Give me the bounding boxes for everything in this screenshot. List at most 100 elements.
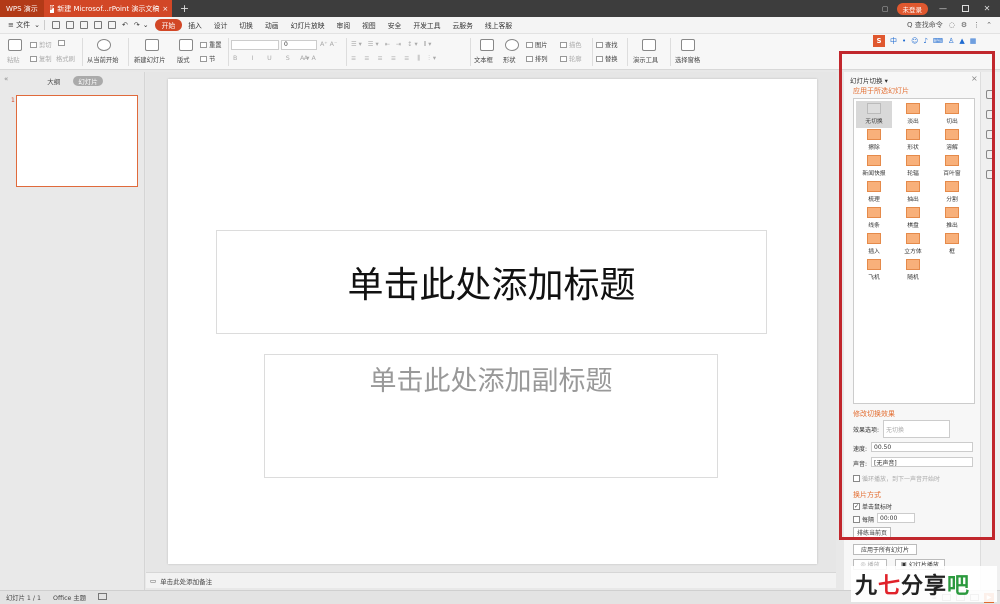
arrange-button[interactable]: 排列 [526,54,548,63]
close-icon[interactable]: × [971,74,978,83]
layout-icon[interactable] [179,39,193,51]
shape-pane-icon[interactable] [986,130,995,139]
transition-none[interactable]: 无切换 [856,101,892,128]
file-menu[interactable]: ≡ 文件 [4,20,34,30]
every-time-stepper[interactable]: 00:00 [877,513,915,523]
transition-comb[interactable]: 梳理 [856,179,892,206]
backup-status-icon[interactable] [98,593,108,600]
chevron-down-icon[interactable]: ⌄ [34,21,40,29]
loop-row[interactable]: 循环播放，到下一声音开始时 [853,474,940,483]
apply-all-button[interactable]: 应用于所有幻灯片 [853,544,917,555]
toolbox-icon[interactable]: ▦ [970,37,977,45]
transition-wipe[interactable]: 擦除 [856,127,892,154]
punctuation-icon[interactable]: • [902,37,906,45]
transition-newsflash[interactable]: 新闻快报 [856,153,892,180]
on-click-checkbox[interactable]: ✓ [853,503,860,510]
section-button[interactable]: 节 [200,54,215,63]
outline-button[interactable]: 轮廓 [560,54,582,63]
transition-random[interactable]: 随机 [895,257,931,284]
mic-icon[interactable]: ♪ [923,37,927,45]
share-icon[interactable] [986,110,995,119]
slide-thumbnail[interactable] [16,95,138,187]
history-icon[interactable] [986,170,995,179]
effect-options-select[interactable]: 无切换 [883,420,950,438]
document-tab[interactable]: P 新建 Microsof...rPoint 演示文稿 × [43,0,172,17]
tab-slides[interactable]: 幻灯片 [73,76,103,86]
transition-cut[interactable]: 切出 [934,101,970,128]
language-icon[interactable]: 中 [890,36,897,46]
selection-pane-button[interactable]: 选择窗格 [675,55,700,64]
transition-wheel[interactable]: 轮辐 [895,153,931,180]
task-pane-header[interactable]: 幻灯片切换 ▾ [850,75,888,85]
transition-shape[interactable]: 形状 [895,127,931,154]
tab-online-service[interactable]: 线上客服 [479,20,518,30]
text-box-icon[interactable] [480,39,494,51]
new-tab-button[interactable]: + [172,2,197,15]
every-row[interactable]: 每隔 [853,515,874,524]
transition-box[interactable]: 框 [934,231,970,258]
subtitle-placeholder[interactable]: 单击此处添加副标题 [264,354,718,478]
text-box-button[interactable]: 文本框 [474,55,493,64]
tab-transitions[interactable]: 切换 [233,20,259,30]
sound-select[interactable]: [无声音] [871,457,973,467]
transition-lines[interactable]: 线条 [856,205,892,232]
transition-airplane[interactable]: 飞机 [856,257,892,284]
shape-icon[interactable] [505,39,519,51]
presentation-tools-icon[interactable] [642,39,656,51]
font-color-icon[interactable]: A ▾ A [300,55,316,62]
redo-icon[interactable]: ↷ [134,21,140,29]
transition-cube[interactable]: 立方体 [895,231,931,258]
title-placeholder[interactable]: 单击此处添加标题 [216,230,767,334]
transition-checkerboard[interactable]: 棋盘 [895,205,931,232]
transition-insert[interactable]: 插入 [856,231,892,258]
transition-pull[interactable]: 抽出 [895,179,931,206]
user-icon[interactable]: ♙ [948,37,954,45]
every-checkbox[interactable] [853,516,860,523]
help-icon[interactable]: ◌ [949,21,955,29]
transition-pane-icon[interactable] [986,90,995,99]
close-button[interactable]: ✕ [980,3,994,15]
paste-button[interactable]: 粘贴 [7,55,20,64]
paragraph-align-icons[interactable]: ≡ ≡ ≡ ≡ ≡ ⫼ ⫶▾ [351,55,439,63]
collapse-ribbon-icon[interactable]: ⌃ [986,21,992,29]
tab-developer[interactable]: 开发工具 [407,20,446,30]
replace-button[interactable]: 替换 [596,54,618,63]
chevron-down-icon[interactable]: ⌄ [143,21,149,29]
maximize-button[interactable] [958,3,972,15]
layout-button[interactable]: 版式 [177,55,190,64]
keyboard-icon[interactable]: ⌨ [933,37,943,45]
new-slide-icon[interactable] [145,39,159,51]
tab-review[interactable]: 审阅 [331,20,357,30]
print-icon[interactable] [93,21,102,29]
tab-insert[interactable]: 插入 [182,20,208,30]
tab-close-icon[interactable]: × [162,5,168,13]
print-preview-icon[interactable] [107,21,116,29]
more-icon[interactable]: ⋮ [973,21,980,29]
picture-button[interactable]: 图片 [526,40,548,49]
on-click-row[interactable]: ✓ 单击鼠标时 [853,502,892,511]
sogou-icon[interactable]: S [873,35,885,47]
selection-pane-icon[interactable] [681,39,695,51]
transition-dissolve[interactable]: 溶解 [934,127,970,154]
shape-button[interactable]: 形状 [503,55,516,64]
copy-button[interactable]: 复制 [30,54,52,63]
cut-button[interactable]: 剪切 [30,40,52,49]
new-slide-button[interactable]: 新建幻灯片 [134,55,165,64]
style-button[interactable]: 描色 [560,40,582,49]
export-pdf-icon[interactable] [79,21,88,29]
paste-icon[interactable] [8,39,22,51]
save-icon[interactable] [65,21,74,29]
transition-blinds[interactable]: 百叶窗 [934,153,970,180]
copy-icon[interactable] [58,40,67,47]
backup-icon[interactable] [986,150,995,159]
paragraph-list-icons[interactable]: ☰▾ ☰▾ ⇤ ⇥ ↕▾ ⫴▾ [351,41,433,49]
tab-outline[interactable]: 大纲 [42,76,65,86]
tab-home[interactable]: 开始 [154,19,183,31]
skin-icon[interactable]: ▢ [882,5,889,13]
find-button[interactable]: 查找 [596,40,618,49]
search-command[interactable]: Q 查找命令 [907,20,943,30]
settings-icon[interactable]: ⚙ [961,21,967,29]
play-from-current-button[interactable]: 从当前开始 [87,55,118,64]
open-icon[interactable] [51,21,60,29]
reset-button[interactable]: 重置 [200,40,222,49]
